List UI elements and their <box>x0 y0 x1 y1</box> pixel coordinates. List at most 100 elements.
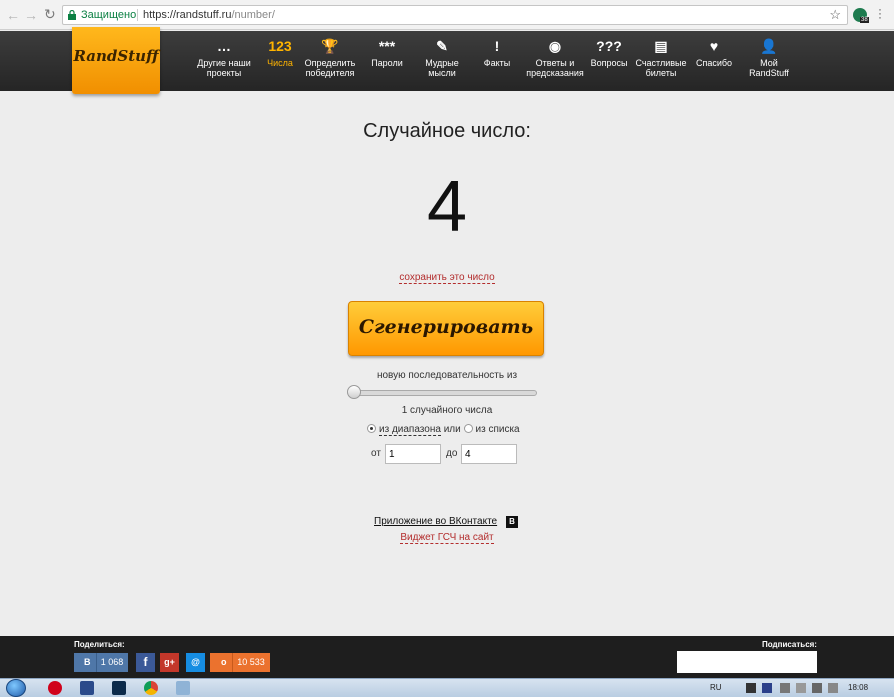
language-indicator[interactable]: RU <box>710 683 722 692</box>
random-number-display: 4 <box>426 167 468 247</box>
source-radio-group: из диапазона или из списка <box>367 424 520 436</box>
photoshop-icon[interactable] <box>112 681 126 695</box>
nav-item-3[interactable]: *** Пароли <box>364 31 410 89</box>
nav-label-line2: RandStuff <box>749 68 789 78</box>
clock[interactable]: 18:08 <box>848 683 868 692</box>
site-logo[interactable]: RandStuff <box>72 27 160 94</box>
list-radio-label[interactable]: из списка <box>476 424 520 435</box>
nav-item-5[interactable]: ! Факты <box>480 31 514 89</box>
password-icon: *** <box>378 38 396 54</box>
nav-item-10[interactable]: 👤 Мой RandStuff <box>744 31 794 89</box>
opera-icon[interactable] <box>48 681 62 695</box>
vk-app-link[interactable]: Приложение во ВКонтакте <box>374 516 497 527</box>
nav-item-6[interactable]: ◉ Ответы и предсказания <box>522 31 588 89</box>
nav-item-0[interactable]: … Другие наши проекты <box>194 31 254 89</box>
app-icon[interactable] <box>176 681 190 695</box>
dots-icon: … <box>217 38 231 54</box>
googleplus-share-button[interactable]: g+ <box>160 653 179 672</box>
subscribe-widget[interactable] <box>677 651 817 673</box>
questions-icon: ??? <box>596 38 622 54</box>
url-text[interactable]: https://randstuff.ru/number/ <box>143 9 275 21</box>
range-radio-label[interactable]: из диапазона <box>379 424 441 436</box>
list-radio[interactable] <box>463 424 473 433</box>
forward-icon[interactable]: → <box>24 7 38 23</box>
tickets-icon: ▤ <box>654 38 668 54</box>
tray-app-icon[interactable] <box>780 683 790 693</box>
omnibox-divider <box>137 9 138 21</box>
count-slider-track[interactable] <box>349 390 537 396</box>
vk-icon[interactable]: В <box>506 516 518 528</box>
nav-label: Числа <box>267 58 293 68</box>
lock-icon <box>68 10 76 20</box>
url-host: https://randstuff.ru <box>143 9 232 21</box>
reload-icon[interactable]: ↻ <box>44 6 56 23</box>
nav-label: Факты <box>483 58 511 68</box>
vk-share-count: 1 068 <box>100 657 124 667</box>
mailru-share-button[interactable]: @ <box>186 653 205 672</box>
nav-label: Мой <box>760 58 778 68</box>
share-label: Поделиться: <box>74 640 125 649</box>
nav-item-1[interactable]: 123 Числа <box>262 31 298 89</box>
save-number-link[interactable]: сохранить это число <box>399 272 495 284</box>
widget-link-wrap: Виджет ГСЧ на сайт <box>0 531 894 544</box>
magic-ball-icon: ◉ <box>548 38 562 54</box>
count-slider-handle[interactable] <box>347 385 361 399</box>
vk-share-icon: В <box>79 653 97 672</box>
nav-item-7[interactable]: ??? Вопросы <box>590 31 628 89</box>
from-label: от <box>371 448 381 459</box>
quote-icon: ✎ <box>436 38 448 54</box>
ok-share-icon: о <box>215 653 234 672</box>
to-label: до <box>446 448 458 459</box>
address-bar[interactable]: Защищено https://randstuff.ru/number/ ☆ <box>62 5 848 25</box>
vk-share-button[interactable]: В1 068 <box>74 653 128 672</box>
fact-icon: ! <box>494 38 500 54</box>
logo-text: RandStuff <box>73 47 159 65</box>
volume-icon[interactable] <box>828 683 838 693</box>
facebook-share-button[interactable]: f <box>136 653 155 672</box>
nav-label: Ответы и <box>535 58 575 68</box>
widget-link[interactable]: Виджет ГСЧ на сайт <box>400 532 494 544</box>
site-footer: Поделиться: Подписаться: В1 068 f g+ @ о… <box>0 636 894 678</box>
browser-menu-icon[interactable]: · · · <box>878 3 882 23</box>
generate-button[interactable]: Сгенерировать <box>348 301 544 356</box>
nav-item-2[interactable]: 🏆 Определить победителя <box>300 31 360 89</box>
ok-share-button[interactable]: о 10 533 <box>210 653 270 672</box>
numbers-icon: 123 <box>268 38 292 54</box>
extension-badge: 38 <box>860 17 869 23</box>
range-radio[interactable] <box>367 424 376 433</box>
flag-icon[interactable] <box>812 683 822 693</box>
ok-share-count: 10 533 <box>237 657 265 667</box>
start-button-icon[interactable] <box>6 679 26 697</box>
heart-icon: ♥ <box>709 38 719 54</box>
nav-label: Пароли <box>371 58 403 68</box>
secure-label: Защищено <box>81 9 137 21</box>
nav-label: Определить <box>304 58 356 68</box>
nav-label-line2: проекты <box>206 68 242 78</box>
chrome-icon[interactable] <box>144 681 158 695</box>
bookmark-star-icon[interactable]: ☆ <box>829 7 841 23</box>
tray-cat-icon[interactable] <box>746 683 756 693</box>
nav-label: Счастливые <box>635 58 687 68</box>
nav-label: Вопросы <box>590 58 628 68</box>
url-path: /number/ <box>231 9 275 21</box>
back-icon[interactable]: ← <box>6 7 20 23</box>
network-icon[interactable] <box>796 683 806 693</box>
nav-label-line2: мысли <box>428 68 456 78</box>
count-label: 1 случайного числа <box>401 405 493 416</box>
nav-item-9[interactable]: ♥ Спасибо <box>694 31 734 89</box>
user-icon: 👤 <box>760 38 778 54</box>
to-input[interactable] <box>461 444 517 464</box>
nav-item-8[interactable]: ▤ Счастливые билеты <box>632 31 690 89</box>
from-input[interactable] <box>385 444 441 464</box>
nav-label-line2: билеты <box>645 68 677 78</box>
nav-label-line2: победителя <box>305 68 355 78</box>
nav-label: Другие наши <box>197 58 251 68</box>
sequence-label: новую последовательность из <box>376 370 518 381</box>
page-title: Случайное число: <box>363 120 531 142</box>
tray-lang-icon[interactable] <box>762 683 772 693</box>
trophy-icon: 🏆 <box>321 38 339 54</box>
nav-label: Мудрые <box>425 58 459 68</box>
nav-item-4[interactable]: ✎ Мудрые мысли <box>420 31 464 89</box>
browser-toolbar: ← → ↻ Защищено https://randstuff.ru/numb… <box>0 0 894 30</box>
save-app-icon[interactable] <box>80 681 94 695</box>
